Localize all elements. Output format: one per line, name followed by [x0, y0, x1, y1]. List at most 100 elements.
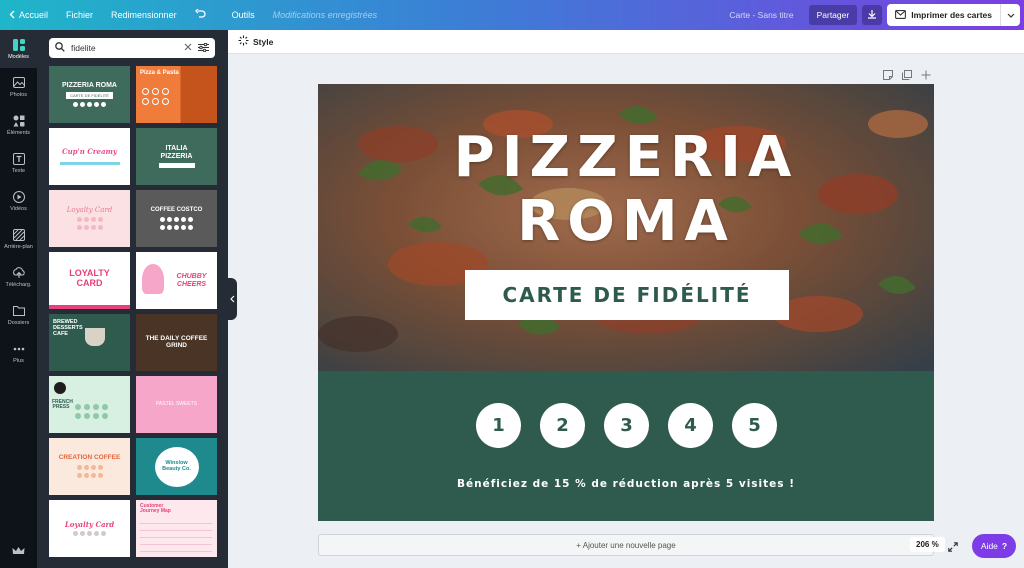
template-title: CHUBBY CHEERS: [176, 273, 207, 288]
style-button[interactable]: Style: [238, 35, 273, 48]
template-title: PIZZERIA ROMA: [62, 82, 117, 90]
download-icon: [867, 9, 877, 21]
template-tile[interactable]: FRENCH PRESS: [49, 376, 130, 433]
templates-panel: fidelite PIZZERIA ROMA CARTE DE FIDÉLITÉ…: [37, 30, 228, 568]
file-menu[interactable]: Fichier: [57, 0, 102, 30]
template-title: Winslow Beauty Co.: [162, 459, 191, 472]
nav-videos[interactable]: Vidéos: [0, 182, 37, 220]
add-page-button[interactable]: + Ajouter une nouvelle page: [318, 534, 934, 556]
template-tile[interactable]: Cup'n Creamy: [49, 128, 130, 185]
search-input[interactable]: fidelite: [49, 38, 215, 58]
pizza-photo[interactable]: PIZZERIA ROMA CARTE DE FIDÉLITÉ: [318, 84, 934, 371]
template-tile[interactable]: LOYALTY CARD: [49, 252, 130, 309]
crown-icon[interactable]: [12, 543, 25, 561]
text-icon: [12, 152, 25, 165]
zoom-level[interactable]: 206 %: [910, 537, 945, 552]
nav-uploads[interactable]: Télécharg.: [0, 258, 37, 296]
template-title: THE DAILY COFFEE GRIND: [145, 334, 208, 349]
page-tools: [883, 67, 931, 85]
photos-icon: [12, 77, 25, 89]
print-cards-button[interactable]: Imprimer des cartes: [887, 4, 1020, 26]
template-tile[interactable]: PIZZERIA ROMA CARTE DE FIDÉLITÉ: [49, 66, 130, 123]
template-title: Pizza & Pasta: [140, 70, 179, 76]
nav-label: Arrière-plan: [4, 243, 33, 250]
filter-icon[interactable]: [198, 42, 209, 54]
nav-text[interactable]: Texte: [0, 144, 37, 182]
template-tile[interactable]: THE DAILY COFFEE GRIND: [136, 314, 217, 371]
template-tile[interactable]: CHUBBY CHEERS: [136, 252, 217, 309]
editor-toolbar: Style: [228, 30, 1024, 54]
offer-text[interactable]: Bénéficiez de 15 % de réduction après 5 …: [318, 478, 934, 490]
add-page-icon[interactable]: [921, 67, 931, 85]
tools-menu[interactable]: Outils: [223, 0, 264, 30]
search-value: fidelite: [71, 43, 96, 53]
elements-icon: [13, 115, 25, 127]
template-tile[interactable]: Winslow Beauty Co.: [136, 438, 217, 495]
nav-label: Télécharg.: [5, 281, 32, 288]
stamp-row: 1 2 3 4 5: [476, 403, 777, 448]
stamp-circle[interactable]: 5: [732, 403, 777, 448]
nav-label: Éléments: [7, 129, 30, 136]
stamp-section[interactable]: 1 2 3 4 5 Bénéficiez de 15 % de réductio…: [318, 371, 934, 521]
download-button[interactable]: [862, 5, 883, 25]
collapse-panel-button[interactable]: [228, 278, 237, 320]
duplicate-page-icon[interactable]: [902, 67, 912, 85]
template-title: LOYALTY CARD: [69, 268, 110, 288]
nav-folders[interactable]: Dossiers: [0, 296, 37, 334]
nav-templates[interactable]: Modèles: [0, 30, 37, 68]
resize-menu[interactable]: Redimensionner: [102, 0, 186, 30]
template-title: ITALIA PIZZERIA: [160, 145, 193, 160]
template-title: Loyalty Card: [64, 519, 115, 529]
print-icon: [895, 9, 907, 21]
templates-icon: [12, 38, 25, 51]
template-tile[interactable]: Loyalty Card: [49, 500, 130, 557]
card-title-line1[interactable]: PIZZERIA: [454, 126, 799, 190]
help-label: Aide: [980, 541, 998, 551]
template-title: Cup'n Creamy: [62, 147, 117, 157]
stamp-circle[interactable]: 3: [604, 403, 649, 448]
template-subtitle: CARTE DE FIDÉLITÉ: [66, 91, 113, 99]
share-button[interactable]: Partager: [808, 5, 858, 25]
template-title: CREATION COFFEE: [58, 454, 121, 462]
template-tile[interactable]: COFFEE COSTCO: [136, 190, 217, 247]
template-tile[interactable]: Customer Journey Map: [136, 500, 217, 557]
nav-label: Plus: [13, 357, 24, 364]
template-title: PASTEL SWEETS: [155, 400, 198, 407]
search-icon: [55, 42, 65, 54]
template-title: COFFEE COSTCO: [150, 207, 203, 214]
template-tile[interactable]: Pizza & Pasta: [136, 66, 217, 123]
saved-status: Modifications enregistrées: [272, 10, 378, 20]
nav-background[interactable]: Arrière-plan: [0, 220, 37, 258]
nav-elements[interactable]: Éléments: [0, 106, 37, 144]
loyalty-card-design[interactable]: PIZZERIA ROMA CARTE DE FIDÉLITÉ 1 2 3 4 …: [318, 84, 934, 521]
stamp-circle[interactable]: 1: [476, 403, 521, 448]
card-title-line2[interactable]: ROMA: [517, 190, 735, 254]
upload-icon: [12, 266, 25, 279]
question-mark-icon: ?: [1001, 541, 1008, 551]
magic-wand-icon: [238, 35, 249, 48]
home-label: Accueil: [19, 10, 49, 20]
print-options-dropdown[interactable]: [1000, 4, 1020, 26]
clear-search-icon[interactable]: [184, 43, 192, 53]
template-tile[interactable]: PASTEL SWEETS: [136, 376, 217, 433]
help-button[interactable]: Aide ?: [972, 534, 1016, 558]
chevron-down-icon: [1007, 10, 1015, 20]
template-tile[interactable]: CREATION COFFEE: [49, 438, 130, 495]
card-subtitle[interactable]: CARTE DE FIDÉLITÉ: [465, 270, 789, 320]
home-button[interactable]: Accueil: [0, 0, 57, 30]
undo-button[interactable]: [186, 0, 215, 30]
nav-label: Dossiers: [7, 319, 30, 326]
template-title: BREWED DESSERTS CAFE: [53, 319, 83, 337]
stamp-circle[interactable]: 2: [540, 403, 585, 448]
template-tile[interactable]: Loyalty Card: [49, 190, 130, 247]
template-tile[interactable]: ITALIA PIZZERIA: [136, 128, 217, 185]
template-title: Customer Journey Map: [140, 503, 171, 515]
chevron-left-icon: [230, 290, 235, 308]
template-tile[interactable]: BREWED DESSERTS CAFE: [49, 314, 130, 371]
nav-more[interactable]: Plus: [0, 334, 37, 372]
note-icon[interactable]: [883, 67, 893, 85]
nav-photos[interactable]: Photos: [0, 68, 37, 106]
fullscreen-icon[interactable]: [948, 539, 958, 557]
stamp-circle[interactable]: 4: [668, 403, 713, 448]
document-title[interactable]: Carte - Sans titre: [729, 10, 793, 20]
